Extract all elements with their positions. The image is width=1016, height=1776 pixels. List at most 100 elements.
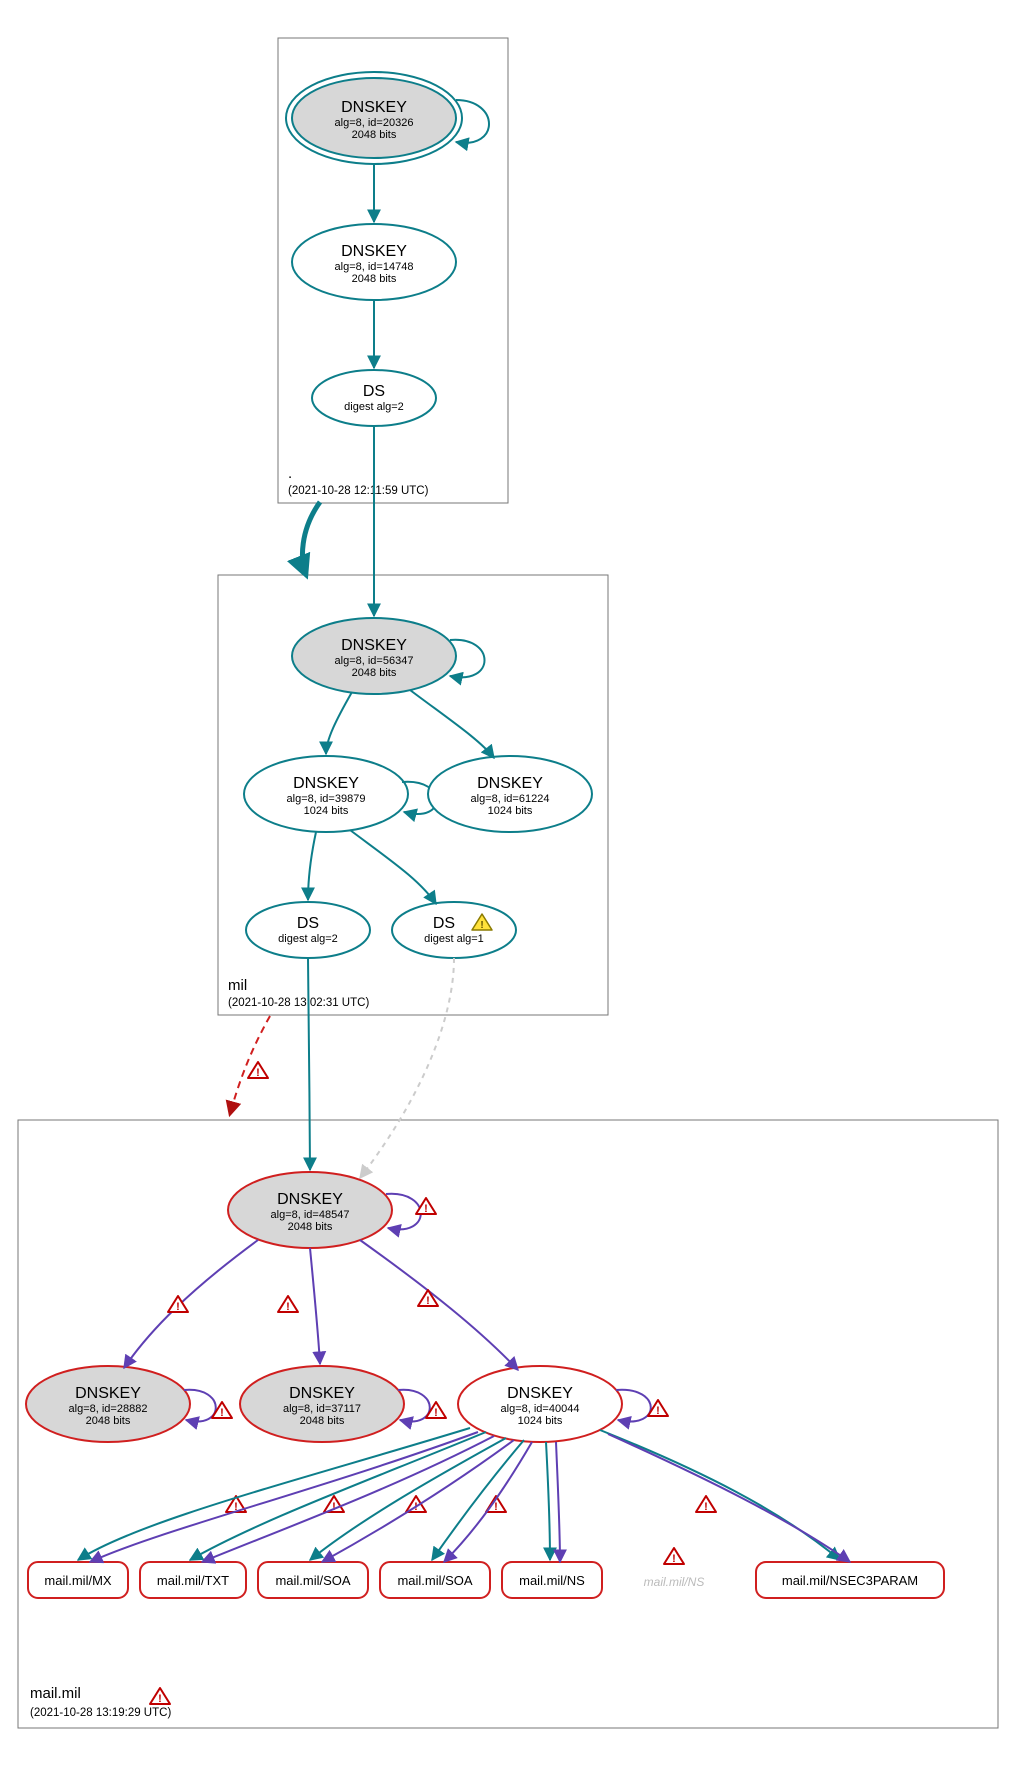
node-mm-k2[interactable]: DNSKEY alg=8, id=37117 2048 bits <box>240 1366 404 1442</box>
warning-icon: ! <box>664 1548 684 1565</box>
zone-mailmil-timestamp: (2021-10-28 13:19:29 UTC) <box>30 1707 171 1719</box>
zone-mailmil-label: mail.mil <box>30 1685 81 1702</box>
svg-text:2048 bits: 2048 bits <box>352 273 397 285</box>
rr-soa2[interactable]: mail.mil/SOA <box>380 1562 490 1598</box>
svg-text:DNSKEY: DNSKEY <box>75 1385 141 1402</box>
svg-text:mail.mil/NS: mail.mil/NS <box>519 1573 585 1588</box>
edge-mm-ksk-to-k2 <box>310 1248 320 1364</box>
svg-text:DS: DS <box>297 915 319 932</box>
zone-root: . (2021-10-28 12:11:59 UTC) DNSKEY alg=8… <box>278 38 508 503</box>
svg-text:!: ! <box>426 1295 430 1307</box>
svg-text:1024 bits: 1024 bits <box>304 805 349 817</box>
rr-mx[interactable]: mail.mil/MX <box>28 1562 128 1598</box>
svg-text:DNSKEY: DNSKEY <box>341 637 407 654</box>
svg-text:DNSKEY: DNSKEY <box>277 1191 343 1208</box>
edge-mil-ds1-to-mm-ksk <box>308 958 310 1170</box>
edge-mil-zsk1-to-ds2 <box>350 830 436 904</box>
edge-k3-to-soa2-teal <box>432 1440 524 1560</box>
rr-soa1[interactable]: mail.mil/SOA <box>258 1562 368 1598</box>
svg-text:mail.mil/TXT: mail.mil/TXT <box>157 1573 229 1588</box>
zone-mil-timestamp: (2021-10-28 13:02:31 UTC) <box>228 997 369 1009</box>
rr-nsec3param[interactable]: mail.mil/NSEC3PARAM <box>756 1562 944 1598</box>
zone-mailmil: mail.mil (2021-10-28 13:19:29 UTC) ! DNS… <box>18 958 998 1728</box>
svg-text:!: ! <box>656 1405 660 1417</box>
node-mm-k1[interactable]: DNSKEY alg=8, id=28882 2048 bits <box>26 1366 190 1442</box>
svg-text:2048 bits: 2048 bits <box>352 129 397 141</box>
node-mil-zsk2[interactable]: DNSKEY alg=8, id=61224 1024 bits <box>428 756 592 832</box>
rr-ns-ghost: mail.mil/NS <box>644 1575 705 1589</box>
zone-root-timestamp: (2021-10-28 12:11:59 UTC) <box>288 485 429 497</box>
edge-mil-ksk-to-zsk1 <box>326 692 352 754</box>
svg-text:alg=8, id=37117: alg=8, id=37117 <box>283 1403 361 1415</box>
svg-text:!: ! <box>256 1067 260 1079</box>
svg-text:1024 bits: 1024 bits <box>488 805 533 817</box>
edge-k3-to-nsec3-teal <box>600 1430 840 1560</box>
svg-text:!: ! <box>176 1301 180 1313</box>
svg-text:digest alg=2: digest alg=2 <box>344 401 404 413</box>
svg-text:!: ! <box>672 1553 676 1565</box>
svg-text:2048 bits: 2048 bits <box>86 1415 131 1427</box>
node-root-ds[interactable]: DS digest alg=2 <box>312 370 436 426</box>
svg-text:!: ! <box>332 1501 336 1513</box>
svg-text:digest alg=2: digest alg=2 <box>278 933 338 945</box>
node-mm-ksk[interactable]: DNSKEY alg=8, id=48547 2048 bits <box>228 1172 392 1248</box>
warning-icon: ! <box>278 1296 298 1313</box>
svg-text:mail.mil/NSEC3PARAM: mail.mil/NSEC3PARAM <box>782 1573 918 1588</box>
edge-mm-ksk-to-k1 <box>124 1240 258 1368</box>
svg-text:1024 bits: 1024 bits <box>518 1415 563 1427</box>
node-mil-zsk1[interactable]: DNSKEY alg=8, id=39879 1024 bits <box>244 756 408 832</box>
svg-text:DS: DS <box>363 383 385 400</box>
node-mil-ds2[interactable]: DS digest alg=1 <box>392 902 516 958</box>
svg-text:alg=8, id=28882: alg=8, id=28882 <box>69 1403 148 1415</box>
edge-mil-to-mailmil-warn <box>230 1016 270 1114</box>
edge-k3-to-ns-teal <box>546 1442 550 1560</box>
zone-mil: mil (2021-10-28 13:02:31 UTC) DNSKEY alg… <box>218 426 608 1015</box>
svg-text:DNSKEY: DNSKEY <box>341 99 407 116</box>
svg-text:mail.mil/SOA: mail.mil/SOA <box>397 1573 472 1588</box>
node-mil-ds1[interactable]: DS digest alg=2 <box>246 902 370 958</box>
node-mil-ksk[interactable]: DNSKEY alg=8, id=56347 2048 bits <box>292 618 456 694</box>
svg-text:alg=8, id=40044: alg=8, id=40044 <box>501 1403 580 1415</box>
svg-text:!: ! <box>704 1501 708 1513</box>
node-root-ksk[interactable]: DNSKEY alg=8, id=20326 2048 bits <box>286 72 462 164</box>
zone-mil-label: mil <box>228 977 247 994</box>
svg-text:DNSKEY: DNSKEY <box>507 1385 573 1402</box>
edge-k3-to-mx-purple <box>90 1432 478 1562</box>
svg-text:DNSKEY: DNSKEY <box>289 1385 355 1402</box>
warning-icon: ! <box>150 1688 170 1705</box>
svg-text:alg=8, id=20326: alg=8, id=20326 <box>335 117 414 129</box>
svg-text:digest alg=1: digest alg=1 <box>424 933 484 945</box>
edge-mil-ksk-to-zsk2 <box>410 690 494 758</box>
edge-mm-ksk-to-k3 <box>360 1240 518 1370</box>
node-mm-k3[interactable]: DNSKEY alg=8, id=40044 1024 bits <box>458 1366 622 1442</box>
edge-k3-to-mx-teal <box>78 1428 470 1560</box>
edge-mil-ds2-to-mm-ksk <box>360 958 454 1178</box>
svg-text:!: ! <box>220 1407 224 1419</box>
rr-txt[interactable]: mail.mil/TXT <box>140 1562 246 1598</box>
svg-text:!: ! <box>480 920 483 931</box>
svg-text:mail.mil/SOA: mail.mil/SOA <box>275 1573 350 1588</box>
warning-icon: ! <box>696 1496 716 1513</box>
svg-text:!: ! <box>286 1301 290 1313</box>
node-root-zsk[interactable]: DNSKEY alg=8, id=14748 2048 bits <box>292 224 456 300</box>
edge-k3-to-nsec3-purple <box>608 1434 850 1562</box>
edge-k3-to-soa2-purple <box>444 1442 532 1562</box>
svg-text:alg=8, id=48547: alg=8, id=48547 <box>271 1209 350 1221</box>
svg-text:DNSKEY: DNSKEY <box>477 775 543 792</box>
svg-text:DNSKEY: DNSKEY <box>293 775 359 792</box>
warning-icon: ! <box>324 1496 344 1513</box>
svg-text:DS: DS <box>433 915 455 932</box>
svg-text:DNSKEY: DNSKEY <box>341 243 407 260</box>
svg-text:alg=8, id=61224: alg=8, id=61224 <box>471 793 550 805</box>
svg-text:2048 bits: 2048 bits <box>288 1221 333 1233</box>
edge-k3-to-ns-purple <box>556 1442 560 1562</box>
warning-icon: ! <box>248 1062 268 1079</box>
svg-text:!: ! <box>434 1407 438 1419</box>
svg-text:2048 bits: 2048 bits <box>352 667 397 679</box>
rr-ns[interactable]: mail.mil/NS <box>502 1562 602 1598</box>
svg-text:alg=8, id=56347: alg=8, id=56347 <box>335 655 414 667</box>
zone-root-label: . <box>288 465 292 482</box>
edge-mil-zsk1-to-ds1 <box>308 832 316 900</box>
warning-icon: ! <box>418 1290 438 1307</box>
svg-text:alg=8, id=14748: alg=8, id=14748 <box>335 261 414 273</box>
